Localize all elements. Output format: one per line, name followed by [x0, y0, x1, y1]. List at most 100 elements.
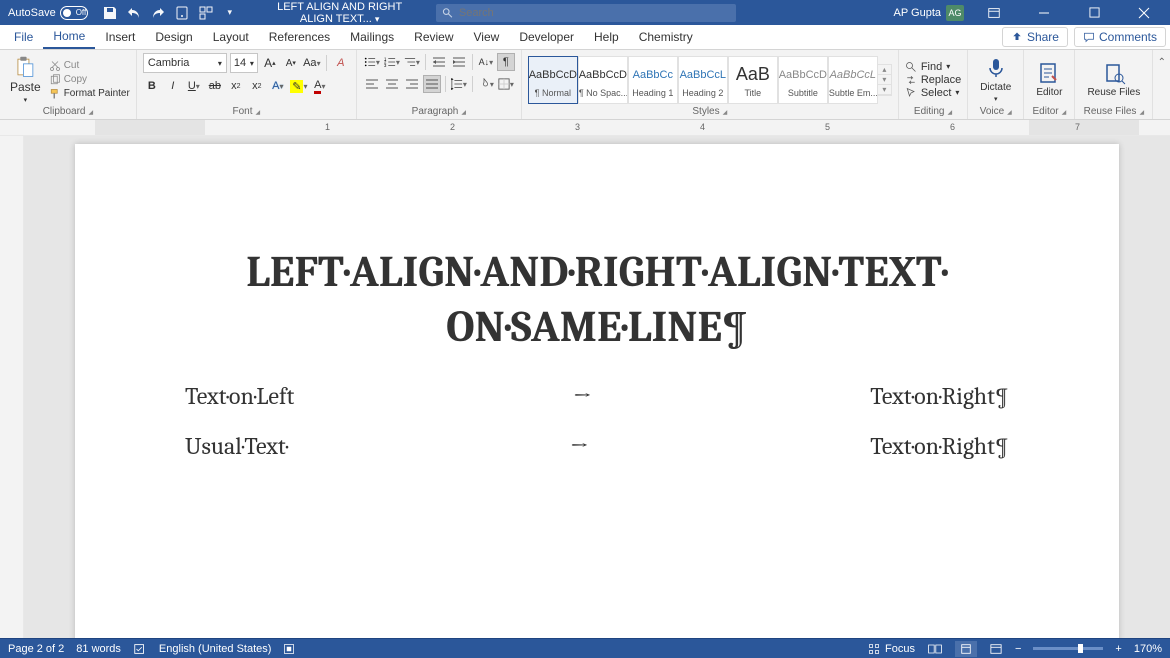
change-case-button[interactable]: Aa	[303, 54, 321, 72]
style-preview: AaB	[736, 62, 770, 88]
align-right-button[interactable]	[403, 75, 421, 93]
sort-button[interactable]: A↓	[477, 53, 495, 71]
shrink-font-button[interactable]: A▾	[282, 54, 300, 72]
tab-mailings[interactable]: Mailings	[340, 25, 404, 49]
maximize-button[interactable]	[1074, 0, 1114, 25]
comments-button[interactable]: Comments	[1074, 27, 1166, 47]
line-spacing-button[interactable]	[450, 75, 468, 93]
strikethrough-button[interactable]: ab	[206, 77, 224, 95]
style-subtle-emphasis[interactable]: AaBbCcLSubtle Em...	[828, 56, 878, 104]
find-button[interactable]: Find▾	[905, 61, 961, 73]
styles-scroll-down[interactable]: ▾	[878, 75, 891, 85]
search-input[interactable]	[459, 7, 730, 19]
show-hide-button[interactable]: ¶	[497, 53, 515, 71]
ribbon-options-button[interactable]	[974, 0, 1014, 25]
undo-icon[interactable]	[126, 5, 142, 21]
close-button[interactable]	[1124, 0, 1164, 25]
dictate-button[interactable]: Dictate ▾	[974, 54, 1017, 105]
qat-dropdown-icon[interactable]: ▾	[222, 5, 238, 21]
justify-button[interactable]	[423, 75, 441, 93]
horizontal-ruler[interactable]: 1 2 3 4 5 6 7	[24, 120, 1170, 135]
align-center-button[interactable]	[383, 75, 401, 93]
view-print-button[interactable]	[955, 641, 977, 657]
styles-expand[interactable]: ▾	[878, 85, 891, 95]
select-button[interactable]: Select▾	[905, 87, 961, 99]
font-color-button[interactable]: A	[311, 77, 329, 95]
tab-layout[interactable]: Layout	[203, 25, 259, 49]
style-subtitle[interactable]: AaBbCcDSubtitle	[778, 56, 828, 104]
tab-review[interactable]: Review	[404, 25, 463, 49]
styles-gallery[interactable]: AaBbCcD¶ Normal AaBbCcD¶ No Spac... AaBb…	[528, 53, 892, 106]
style-normal[interactable]: AaBbCcD¶ Normal	[528, 56, 578, 104]
tab-file[interactable]: File	[4, 25, 43, 49]
styles-scroll-up[interactable]: ▴	[878, 65, 891, 75]
borders-button[interactable]	[497, 75, 515, 93]
zoom-in-button[interactable]: +	[1115, 643, 1121, 655]
font-size-combo[interactable]: 14▾	[230, 53, 258, 73]
style-heading2[interactable]: AaBbCcLHeading 2	[678, 56, 728, 104]
superscript-button[interactable]: x2	[248, 77, 266, 95]
user-avatar[interactable]: AG	[946, 5, 964, 21]
share-button[interactable]: Share	[1002, 27, 1068, 47]
tab-chemistry[interactable]: Chemistry	[629, 25, 703, 49]
tab-references[interactable]: References	[259, 25, 340, 49]
tab-developer[interactable]: Developer	[509, 25, 584, 49]
bullets-button[interactable]	[363, 53, 381, 71]
collapse-ribbon-button[interactable]: ⌃	[1154, 50, 1170, 119]
shading-button[interactable]	[477, 75, 495, 93]
italic-button[interactable]: I	[164, 77, 182, 95]
subscript-button[interactable]: x2	[227, 77, 245, 95]
grow-font-button[interactable]: A▴	[261, 54, 279, 72]
style-no-spacing[interactable]: AaBbCcD¶ No Spac...	[578, 56, 628, 104]
cut-button[interactable]: Cut	[49, 60, 130, 72]
copy-button[interactable]: Copy	[49, 74, 130, 86]
document-page[interactable]: LEFT·ALIGN·AND·RIGHT·ALIGN·TEXT· ON·SAME…	[75, 144, 1119, 638]
zoom-level[interactable]: 170%	[1134, 643, 1162, 655]
autosave-toggle[interactable]: Off	[60, 6, 88, 20]
tab-home[interactable]: Home	[43, 25, 95, 49]
view-read-button[interactable]	[927, 643, 943, 655]
align-left-button[interactable]	[363, 75, 381, 93]
reuse-files-button[interactable]: Reuse Files	[1081, 59, 1146, 100]
view-web-button[interactable]	[989, 643, 1003, 655]
underline-button[interactable]: U	[185, 77, 203, 95]
bold-button[interactable]: B	[143, 77, 161, 95]
search-box[interactable]	[436, 4, 736, 22]
user-name: AP Gupta	[894, 7, 942, 19]
style-title[interactable]: AaBTitle	[728, 56, 778, 104]
reuse-files-icon	[1102, 61, 1126, 85]
status-spellcheck[interactable]	[133, 642, 147, 656]
title-dropdown-icon[interactable]: ▾	[375, 14, 380, 24]
tab-view[interactable]: View	[464, 25, 510, 49]
style-heading1[interactable]: AaBbCcHeading 1	[628, 56, 678, 104]
status-language[interactable]: English (United States)	[159, 643, 272, 655]
status-macro[interactable]	[283, 643, 295, 655]
numbering-button[interactable]: 123	[383, 53, 401, 71]
status-page[interactable]: Page 2 of 2	[8, 643, 64, 655]
increase-indent-button[interactable]	[450, 53, 468, 71]
minimize-button[interactable]	[1024, 0, 1064, 25]
redo-icon[interactable]	[150, 5, 166, 21]
tab-insert[interactable]: Insert	[95, 25, 145, 49]
touch-mode-icon[interactable]	[174, 5, 190, 21]
replace-button[interactable]: Replace	[905, 74, 961, 86]
save-icon[interactable]	[102, 5, 118, 21]
format-painter-button[interactable]: Format Painter	[49, 88, 130, 100]
zoom-slider[interactable]	[1033, 647, 1103, 650]
font-name-combo[interactable]: Cambria▾	[143, 53, 227, 73]
clear-formatting-button[interactable]: A	[332, 54, 350, 72]
vertical-ruler[interactable]	[0, 136, 24, 638]
highlight-button[interactable]: ✎	[290, 77, 308, 95]
paste-button[interactable]: Paste ▾	[6, 54, 45, 106]
zoom-out-button[interactable]: −	[1015, 643, 1021, 655]
text-effects-button[interactable]: A	[269, 77, 287, 95]
tab-design[interactable]: Design	[145, 25, 202, 49]
multilevel-list-button[interactable]	[403, 53, 421, 71]
focus-button[interactable]: Focus	[868, 643, 915, 655]
status-words[interactable]: 81 words	[76, 643, 121, 655]
decrease-indent-button[interactable]	[430, 53, 448, 71]
tab-help[interactable]: Help	[584, 25, 629, 49]
qat-more-icon[interactable]	[198, 5, 214, 21]
editor-button[interactable]: Editor	[1030, 59, 1068, 100]
styles-scroll[interactable]: ▴▾▾	[878, 64, 892, 96]
